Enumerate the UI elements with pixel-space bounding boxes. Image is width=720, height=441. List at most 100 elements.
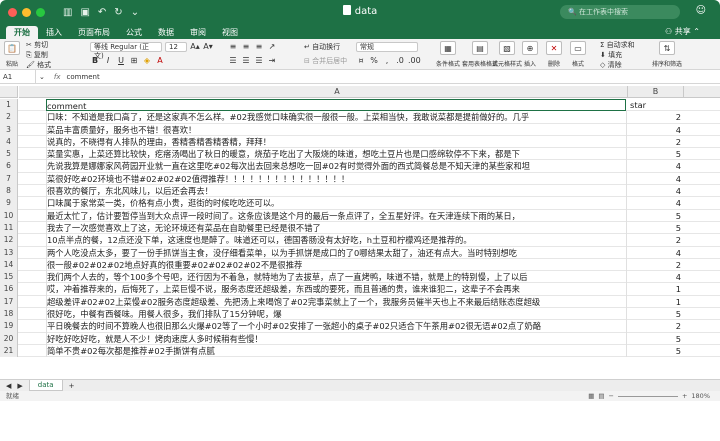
cell-comment[interactable]: 很喜欢的餐厅，东北风味儿，以后还会再去！ — [47, 185, 627, 198]
cell-styles-button[interactable]: ▧ 单元格样式 — [492, 41, 522, 68]
delete-cells-button[interactable]: ✕ 删除 — [546, 41, 562, 68]
insert-cells-button[interactable]: ⊕ 插入 — [522, 41, 538, 68]
cell-comment[interactable]: 超级差评#02#02上菜慢#02服务态度超级差、先把汤上来喝饱了#02完事菜就上… — [47, 295, 627, 309]
wrap-text-button[interactable]: ↵ 自动换行 — [304, 42, 340, 52]
row-number[interactable]: 14 — [0, 258, 18, 272]
align-right-icon[interactable]: ☰ — [254, 56, 264, 66]
cell-comment[interactable]: 我们两个人去的，等个100多个号吧，还行因为不着急，就特地为了去拔草，点了一直烤… — [47, 271, 627, 284]
cell-comment[interactable]: 很一般#02#02#02地点好真的很重要#02#02#02#02不是很推荐 — [47, 258, 627, 272]
increase-font-icon[interactable]: A▴ — [190, 42, 200, 52]
merge-center-button[interactable]: ⊟ 合并后居中 — [304, 56, 347, 66]
cell-star[interactable]: 2 — [628, 234, 684, 246]
page-layout-view-icon[interactable]: ▤ — [598, 391, 604, 401]
zoom-in-icon[interactable]: + — [682, 391, 687, 401]
cell-star[interactable]: 1 — [628, 296, 684, 308]
undo-icon[interactable]: ↶ — [98, 7, 106, 18]
font-color-icon[interactable]: A — [155, 56, 165, 66]
underline-button[interactable]: U — [116, 56, 126, 66]
cell-comment[interactable]: 先说我算是娜娜家风荷园开业就一直在这里吃#02每次出去回来总想吃一回#02有时觉… — [47, 160, 627, 173]
row-number[interactable]: 9 — [0, 197, 18, 210]
row-number[interactable]: 10 — [0, 209, 18, 222]
row-number[interactable]: 3 — [0, 123, 18, 136]
currency-icon[interactable]: ¤ — [356, 56, 366, 66]
function-icon[interactable]: fx — [48, 73, 67, 81]
sheet-tab-data[interactable]: data — [28, 380, 63, 391]
cell-comment[interactable]: 口味：不知道是我口高了，还是这家真不怎么样。#02我感觉口味确实很一般很一般。上… — [47, 111, 627, 124]
row-number[interactable]: 16 — [0, 283, 18, 296]
row-number[interactable]: 17 — [0, 295, 18, 309]
cell-comment[interactable]: 口味属于家常菜一类，价格有点小贵，逛街的时候吃吃还可以。 — [47, 197, 627, 210]
cell-comment[interactable]: 我去了一次感觉喜欢上了这，无论环境还有菜品在自助餐里已经是很不错了 — [47, 221, 627, 235]
column-header-a[interactable]: A — [47, 86, 628, 98]
font-size-select[interactable]: 12 — [165, 42, 187, 52]
cell-star[interactable]: 2 — [628, 111, 684, 123]
cell-star[interactable]: 2 — [628, 136, 684, 148]
row-number[interactable]: 4 — [0, 135, 18, 149]
format-painter-button[interactable]: 🖌 格式 — [26, 60, 51, 70]
cell-comment[interactable]: 平日晚餐去的时间不算晚人也很旧那么火爆#02等了一个小时#02安排了一张超小的桌… — [47, 320, 627, 333]
format-cells-button[interactable]: ▭ 格式 — [570, 41, 586, 68]
sidebar-icon[interactable]: ▥ — [63, 7, 72, 18]
cell-star[interactable]: 2 — [628, 320, 684, 332]
cell-comment[interactable]: 菜量实惠，上菜还算比较快，疙瘩汤喝出了秋日的暖意，烧茄子吃出了大阪烧的味道，想吃… — [47, 148, 627, 161]
row-number[interactable]: 2 — [0, 111, 18, 124]
cell-star[interactable]: 5 — [628, 148, 684, 160]
row-number[interactable]: 1 — [0, 99, 18, 112]
cell-comment[interactable]: 菜品丰富质量好，服务也不错！很喜欢！ — [47, 123, 627, 136]
cell-comment[interactable]: 说真的，不晓得有人排队的理由，香精香精香精香精，拜拜！ — [47, 135, 627, 149]
align-left-icon[interactable]: ☰ — [228, 56, 238, 66]
orientation-icon[interactable]: ↗ — [267, 42, 277, 52]
decrease-decimal-icon[interactable]: .00 — [408, 56, 421, 66]
percent-button[interactable]: % — [369, 56, 379, 66]
formula-input[interactable]: comment — [66, 73, 99, 81]
tab-data[interactable]: 数据 — [150, 26, 182, 39]
row-number[interactable]: 5 — [0, 148, 18, 161]
number-format-select[interactable]: 常规 — [356, 42, 418, 52]
tab-home[interactable]: 开始 — [6, 26, 38, 39]
row-number[interactable]: 12 — [0, 234, 18, 247]
bold-button[interactable]: B — [90, 56, 100, 66]
cell-star[interactable]: 1 — [628, 283, 684, 295]
cell-star[interactable]: 4 — [628, 160, 684, 172]
prev-sheet-icon[interactable]: ◀ — [6, 382, 11, 390]
cell-comment[interactable]: 两个人吃没点太多，要了一份手抓饼当主食，没仔细看菜单，以为手抓饼是成口的了0哪结… — [47, 246, 627, 259]
row-number[interactable]: 19 — [0, 320, 18, 333]
account-icon[interactable]: ☺ — [696, 5, 706, 16]
row-number[interactable]: 21 — [0, 344, 18, 358]
tab-review[interactable]: 审阅 — [182, 26, 214, 39]
cell-comment[interactable]: 哎，冲着推荐来的，后悔死了，上菜巨慢不说，服务态度还超级差，东西或的要死，而且普… — [47, 283, 627, 296]
decrease-font-icon[interactable]: A▾ — [203, 42, 213, 52]
increase-decimal-icon[interactable]: .0 — [395, 56, 405, 66]
close-window-button[interactable] — [8, 7, 17, 17]
row-number[interactable]: 11 — [0, 221, 18, 235]
zoom-out-icon[interactable]: − — [609, 391, 614, 401]
fill-button[interactable]: ⬇ 填充 — [600, 50, 622, 60]
conditional-format-button[interactable]: ▦ 条件格式 — [436, 41, 460, 68]
cut-button[interactable]: ✂ 剪切 — [26, 40, 48, 50]
cell-star[interactable]: 4 — [628, 124, 684, 136]
font-name-select[interactable]: 等线 Regular (正文) — [90, 42, 162, 60]
add-sheet-icon[interactable]: + — [69, 382, 75, 390]
autosum-button[interactable]: Σ 自动求和 — [600, 40, 635, 50]
cell-star[interactable]: 4 — [628, 247, 684, 259]
copy-button[interactable]: ⎘ 复制 — [26, 50, 48, 60]
row-number[interactable]: 15 — [0, 271, 18, 284]
minimize-window-button[interactable] — [22, 7, 31, 17]
sheet-search-input[interactable]: 🔍 在工作表中搜索 — [560, 5, 680, 19]
fill-color-icon[interactable]: ◈ — [142, 56, 152, 66]
cell-star[interactable]: 5 — [628, 308, 684, 320]
sort-filter-button[interactable]: ⇅ 排序和筛选 — [652, 41, 682, 68]
redo-icon[interactable]: ↻ — [114, 7, 122, 18]
align-top-icon[interactable]: ≡ — [228, 42, 238, 52]
indent-icon[interactable]: ⇥ — [267, 56, 277, 66]
align-center-icon[interactable]: ☰ — [241, 56, 251, 66]
column-header-b[interactable]: B — [628, 86, 684, 98]
select-all-corner[interactable] — [0, 86, 18, 98]
paste-button[interactable]: 📋 粘贴 — [4, 41, 20, 68]
cell-star[interactable]: 5 — [628, 210, 684, 222]
tab-view[interactable]: 视图 — [214, 26, 246, 39]
zoom-slider[interactable] — [617, 395, 678, 397]
row-number[interactable]: 8 — [0, 185, 18, 198]
comma-icon[interactable]: , — [382, 56, 392, 66]
cell-star[interactable]: 4 — [628, 173, 684, 185]
